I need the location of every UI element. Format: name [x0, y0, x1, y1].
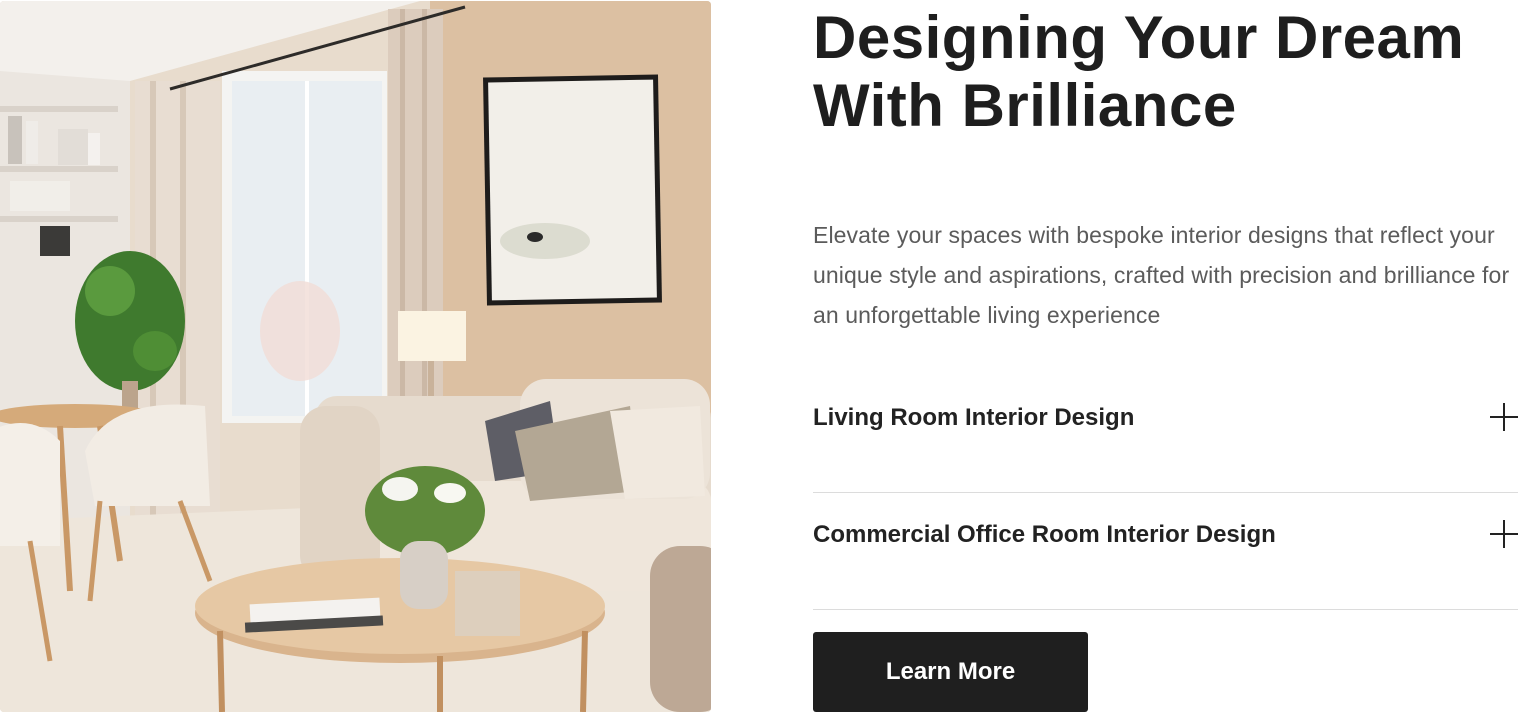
- learn-more-button[interactable]: Learn More: [813, 632, 1088, 712]
- page-title: Designing Your Dream With Brilliance: [813, 4, 1533, 140]
- living-room-illustration: [0, 1, 711, 712]
- description-text: Elevate your spaces with bespoke interio…: [813, 222, 1510, 328]
- accordion-item-label: Living Room Interior Design: [813, 404, 1135, 431]
- accordion-item-commercial-office[interactable]: Commercial Office Room Interior Design: [813, 520, 1518, 610]
- title-line-2: With Brilliance: [813, 72, 1237, 139]
- plus-icon[interactable]: [1490, 403, 1518, 431]
- accordion-item-label: Commercial Office Room Interior Design: [813, 521, 1276, 548]
- accordion-item-living-room[interactable]: Living Room Interior Design: [813, 403, 1518, 493]
- hero-image: [0, 1, 711, 712]
- plus-icon[interactable]: [1490, 520, 1518, 548]
- title-line-1: Designing Your Dream: [813, 4, 1465, 71]
